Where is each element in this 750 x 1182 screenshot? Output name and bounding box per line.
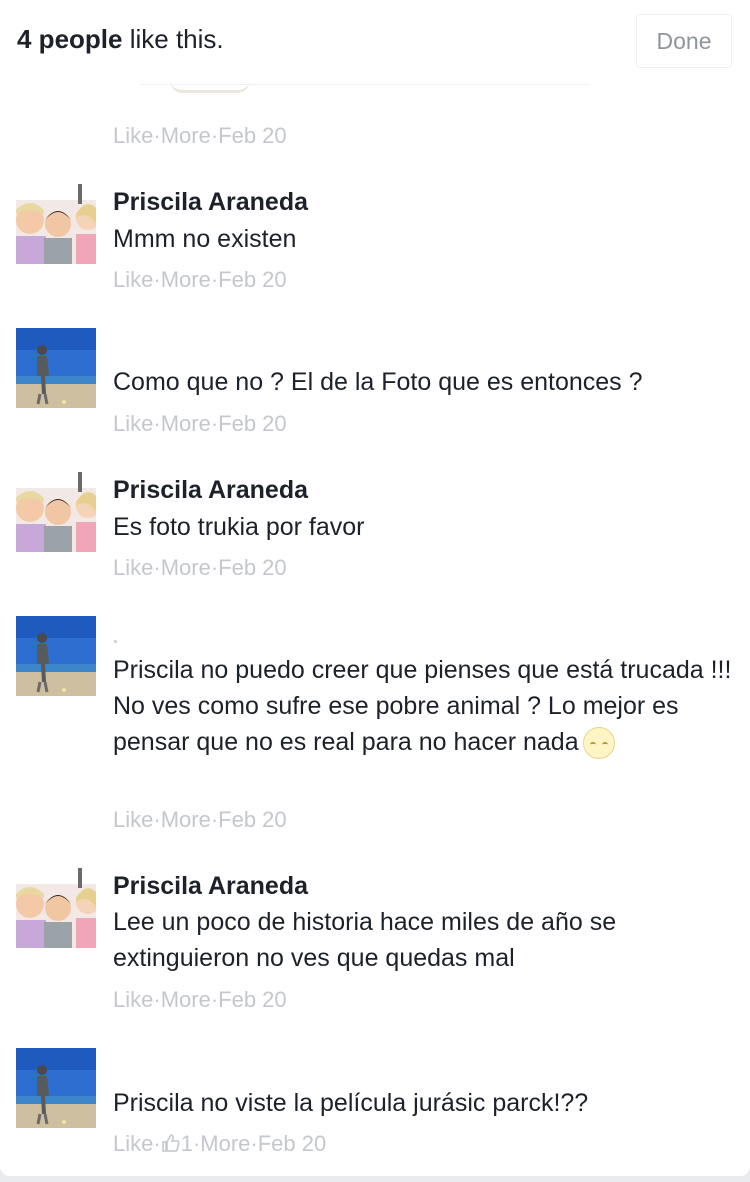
like-link[interactable]: Like [113, 123, 153, 149]
more-link[interactable]: More [200, 1131, 250, 1157]
comment-text: Lee un poco de historia hace miles de añ… [113, 908, 617, 972]
meta-separator: · [153, 267, 161, 292]
meta-separator: · [192, 1131, 201, 1156]
background-strip [0, 1176, 750, 1182]
comment-text: Priscila no puedo creer que pienses que … [113, 656, 732, 756]
avatar[interactable] [16, 184, 96, 264]
thumbs-up-icon [161, 1134, 180, 1152]
comment-author[interactable]: Priscila Araneda [113, 476, 308, 505]
like-link[interactable]: Like [113, 987, 153, 1013]
likes-summary[interactable]: 4 people like this. [17, 24, 224, 55]
meta-separator: · [153, 411, 161, 436]
avatar[interactable] [16, 1048, 96, 1128]
meta-separator: · [153, 807, 161, 832]
avatar[interactable] [16, 868, 96, 948]
avatar[interactable] [16, 616, 96, 696]
comment-date[interactable]: Feb 20 [218, 555, 287, 581]
comment-meta: Like · More · Feb 20 [113, 267, 287, 293]
meta-separator: · [210, 411, 219, 436]
reaction-summary[interactable]: 1 [161, 1131, 193, 1157]
partial-image-edge [170, 80, 250, 93]
likes-comments-panel: 4 people like this. Done Like · More · F… [0, 0, 750, 1176]
likes-suffix: like this. [122, 24, 224, 54]
like-link[interactable]: Like [113, 1131, 153, 1157]
like-link[interactable]: Like [113, 807, 153, 833]
comment-text: Como que no ? El de la Foto que es enton… [113, 368, 643, 396]
comment-author[interactable]: Priscila Araneda [113, 188, 308, 217]
comment-meta: Like · More · Feb 20 [113, 411, 287, 437]
comment-date[interactable]: Feb 20 [218, 411, 287, 437]
author-placeholder-mark [114, 640, 117, 643]
more-link[interactable]: More [161, 267, 211, 293]
more-link[interactable]: More [161, 123, 211, 149]
comment-meta: Like · More · Feb 20 [113, 555, 287, 581]
meta-separator: · [210, 267, 219, 292]
like-link[interactable]: Like [113, 267, 153, 293]
divider [140, 84, 590, 85]
comment-author[interactable]: Priscila Araneda [113, 872, 308, 901]
like-link[interactable]: Like [113, 411, 153, 437]
meta-separator: · [210, 555, 219, 580]
comment-meta: Like · More · Feb 20 [113, 987, 287, 1013]
comment-date[interactable]: Feb 20 [218, 267, 287, 293]
comment-date[interactable]: Feb 20 [218, 807, 287, 833]
comment-date[interactable]: Feb 20 [218, 123, 287, 149]
meta-separator: · [210, 987, 219, 1012]
comment-meta: Like · More · Feb 20 [113, 807, 287, 833]
more-link[interactable]: More [161, 987, 211, 1013]
meta-separator: · [153, 1131, 161, 1156]
kids-photo-avatar-icon [16, 868, 96, 948]
comment-text: Priscila no viste la película jurásic pa… [113, 1089, 589, 1117]
comment-date[interactable]: Feb 20 [218, 987, 287, 1013]
meta-separator: · [250, 1131, 258, 1156]
avatar[interactable] [16, 472, 96, 552]
meta-separator: · [210, 123, 219, 148]
beach-photo-avatar-icon [16, 1048, 96, 1128]
panel-header: 4 people like this. Done [0, 0, 750, 84]
more-link[interactable]: More [161, 555, 211, 581]
meta-separator: · [153, 123, 161, 148]
disappointed-face-icon [582, 727, 615, 760]
comment-text: Es foto trukia por favor [113, 513, 365, 541]
done-button[interactable]: Done [636, 14, 732, 68]
comment-text: Mmm no existen [113, 225, 297, 253]
avatar[interactable] [16, 328, 96, 408]
meta-separator: · [153, 987, 161, 1012]
beach-photo-avatar-icon [16, 616, 96, 696]
like-link[interactable]: Like [113, 555, 153, 581]
meta-separator: · [153, 555, 161, 580]
comment-meta: Like · 1 · More · Feb 20 [113, 1131, 326, 1157]
reaction-count: 1 [180, 1131, 193, 1156]
comment-date[interactable]: Feb 20 [258, 1131, 327, 1157]
more-link[interactable]: More [161, 807, 211, 833]
meta-separator: · [210, 807, 219, 832]
likes-count: 4 people [17, 24, 123, 54]
comment-text-wrapper: Priscila no puedo creer que pienses que … [113, 652, 733, 760]
kids-photo-avatar-icon [16, 184, 96, 264]
comment-meta: Like · More · Feb 20 [113, 123, 287, 149]
more-link[interactable]: More [161, 411, 211, 437]
beach-photo-avatar-icon [16, 328, 96, 408]
kids-photo-avatar-icon [16, 472, 96, 552]
